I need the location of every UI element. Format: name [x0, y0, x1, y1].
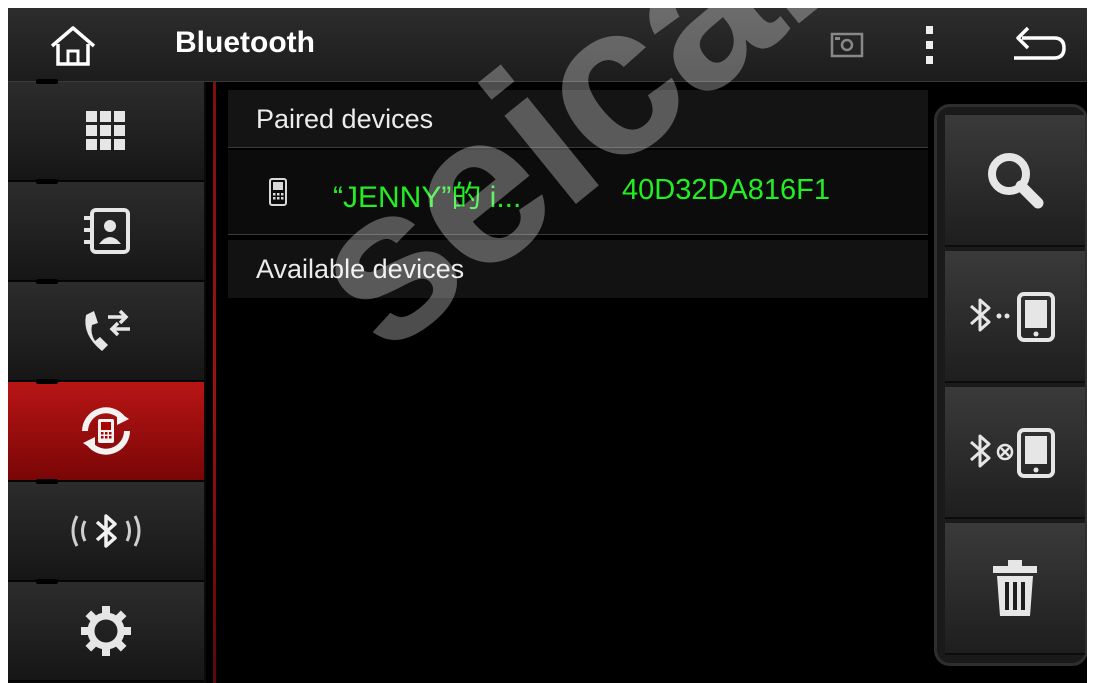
available-devices-header: Available devices — [228, 240, 928, 298]
sidebar-item-phone-sync[interactable] — [8, 379, 204, 482]
bluetooth-audio-icon — [71, 514, 141, 548]
search-devices-button[interactable] — [945, 115, 1085, 247]
screenshot-button[interactable] — [830, 30, 866, 60]
top-bar: Bluetooth — [8, 8, 1087, 82]
phone-sync-icon — [82, 407, 130, 455]
action-panel — [934, 104, 1087, 666]
phone-icon — [269, 178, 287, 206]
home-icon — [50, 26, 96, 66]
connect-device-button[interactable] — [945, 251, 1085, 383]
sidebar-item-dialpad[interactable] — [8, 79, 204, 182]
device-address: 40D32DA816F1 — [622, 174, 830, 206]
sidebar-divider — [213, 82, 216, 683]
bluetooth-screen: Bluetooth Paired devices “JENNY”的 i... 4… — [8, 8, 1087, 683]
sidebar — [8, 79, 206, 683]
contacts-icon — [84, 208, 130, 254]
bluetooth-connect-icon — [970, 292, 1055, 342]
bluetooth-disconnect-icon — [970, 428, 1055, 478]
screenshot-icon — [830, 32, 864, 58]
sidebar-item-bluetooth-music[interactable] — [8, 479, 204, 582]
search-icon — [988, 153, 1044, 209]
sidebar-item-contacts[interactable] — [8, 179, 204, 282]
overflow-menu-icon — [926, 26, 933, 64]
trash-icon — [993, 560, 1037, 616]
delete-device-button[interactable] — [945, 523, 1085, 655]
sidebar-item-settings[interactable] — [8, 579, 204, 682]
gear-icon — [81, 606, 131, 656]
paired-devices-header: Paired devices — [228, 90, 928, 148]
dialpad-icon — [86, 111, 125, 150]
call-transfer-icon — [85, 309, 130, 351]
paired-device-row[interactable]: “JENNY”的 i... 40D32DA816F1 — [228, 150, 928, 235]
device-list-panel: Paired devices “JENNY”的 i... 40D32DA816F… — [228, 82, 928, 683]
back-button[interactable] — [1008, 22, 1068, 68]
overflow-menu-button[interactable] — [918, 24, 942, 68]
device-name: “JENNY”的 i... — [333, 181, 522, 214]
sidebar-item-call-log[interactable] — [8, 279, 204, 382]
home-button[interactable] — [38, 20, 108, 70]
page-title: Bluetooth — [175, 26, 315, 59]
disconnect-device-button[interactable] — [945, 387, 1085, 519]
back-icon — [1014, 26, 1066, 60]
